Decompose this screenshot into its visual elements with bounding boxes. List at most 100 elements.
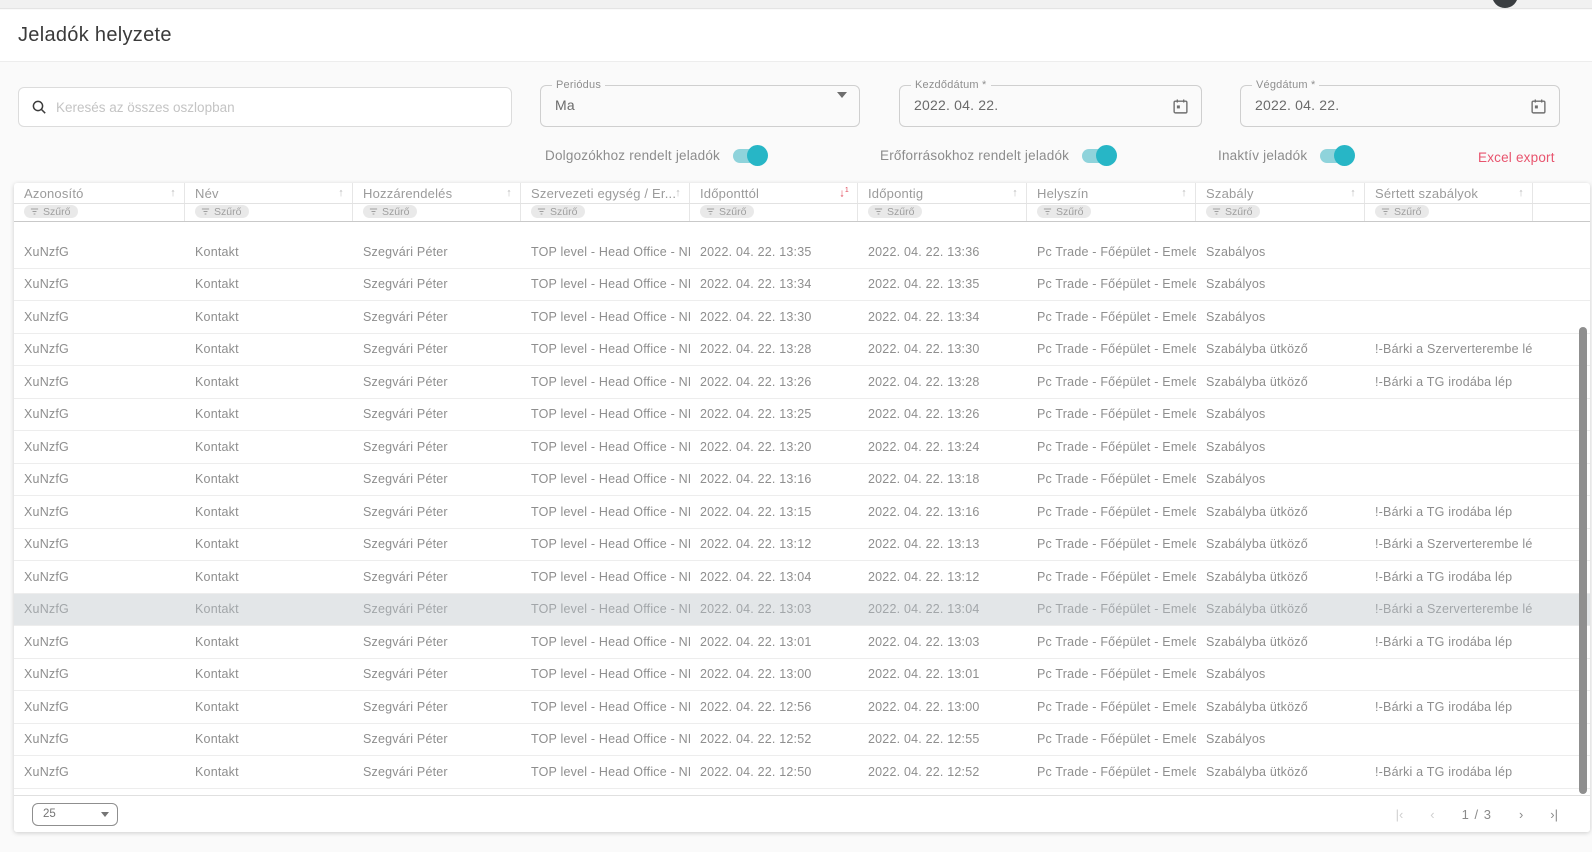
table-row[interactable]: XuNzfGKontaktSzegvári PéterTOP level - H… <box>14 724 1590 757</box>
cell-to: 2022. 04. 22. 13:36 <box>858 236 1027 268</box>
cell-location: Pc Trade - Főépület - Emelet -... <box>1027 529 1196 561</box>
cell-name: Kontakt <box>185 659 353 691</box>
search-input[interactable] <box>56 100 499 115</box>
previous-page-button[interactable]: ‹ <box>1430 807 1434 822</box>
cell-location: Pc Trade - Főépület - Emelet -... <box>1027 594 1196 626</box>
cell-location: Pc Trade - Főépület - Emelet -... <box>1027 366 1196 398</box>
cell-rule: Szabályos <box>1196 431 1365 463</box>
scrollbar-thumb[interactable] <box>1579 327 1587 794</box>
cell-rule: Szabályos <box>1196 301 1365 333</box>
cell-rule: Szabályba ütköző <box>1196 561 1365 593</box>
cell-from: 2022. 04. 22. 13:34 <box>690 269 858 301</box>
table-row[interactable]: XuNzfGKontaktSzegvári PéterTOP level - H… <box>14 464 1590 497</box>
cell-name: Kontakt <box>185 496 353 528</box>
search-field[interactable] <box>18 87 512 127</box>
cell-rule: Szabályos <box>1196 269 1365 301</box>
cell-rule: Szabályos <box>1196 724 1365 756</box>
table-row[interactable]: XuNzfGKontaktSzegvári PéterTOP level - H… <box>14 269 1590 302</box>
table-row[interactable]: XuNzfGKontaktSzegvári PéterTOP level - H… <box>14 236 1590 269</box>
table-row[interactable]: XuNzfGKontaktSzegvári PéterTOP level - H… <box>14 561 1590 594</box>
cell-from: 2022. 04. 22. 13:00 <box>690 659 858 691</box>
cell-to: 2022. 04. 22. 13:16 <box>858 496 1027 528</box>
cell-violated: !-Bárki a TG irodába lép <box>1365 756 1533 788</box>
cell-id: XuNzfG <box>14 659 185 691</box>
filter-chip[interactable]: Szűrő <box>1037 205 1091 218</box>
first-page-button[interactable]: |‹ <box>1396 807 1404 822</box>
resources-beacons-toggle[interactable] <box>1082 149 1114 163</box>
chevron-down-icon[interactable] <box>837 92 847 115</box>
filter-chip[interactable]: Szűrő <box>531 205 585 218</box>
table-row[interactable]: XuNzfGKontaktSzegvári PéterTOP level - H… <box>14 301 1590 334</box>
cell-rule: Szabályos <box>1196 464 1365 496</box>
top-chrome-strip <box>0 0 1592 9</box>
page-size-select[interactable]: 25 <box>32 803 118 826</box>
column-header-2[interactable]: Hozzárendelés↑ <box>353 183 521 203</box>
table-row[interactable]: XuNzfGKontaktSzegvári PéterTOP level - H… <box>14 594 1590 627</box>
cell-to: 2022. 04. 22. 13:00 <box>858 691 1027 723</box>
table-row[interactable]: XuNzfGKontaktSzegvári PéterTOP level - H… <box>14 659 1590 692</box>
page-indicator: 1 / 3 <box>1462 807 1492 822</box>
cell-from: 2022. 04. 22. 12:56 <box>690 691 858 723</box>
cell-assignment: Szegvári Péter <box>353 691 521 723</box>
column-header-6[interactable]: Helyszín↑ <box>1027 183 1196 203</box>
employees-beacons-toggle[interactable] <box>733 149 765 163</box>
filter-chip[interactable]: Szűrő <box>1206 205 1260 218</box>
cell-rule: Szabályba ütköző <box>1196 691 1365 723</box>
start-date-field[interactable]: Kezdődátum * 2022. 04. 22. <box>899 85 1202 127</box>
column-header-8[interactable]: Sértett szabályok↑ <box>1365 183 1533 203</box>
cell-org: TOP level - Head Office - NE T... <box>521 691 690 723</box>
column-label: Azonosító <box>24 186 84 201</box>
cell-org: TOP level - Head Office - NE T... <box>521 464 690 496</box>
end-date-field[interactable]: Végdátum * 2022. 04. 22. <box>1240 85 1560 127</box>
cell-rule: Szabályba ütköző <box>1196 496 1365 528</box>
column-header-5[interactable]: Időpontig↑ <box>858 183 1027 203</box>
calendar-icon[interactable] <box>1172 98 1189 120</box>
column-label: Helyszín <box>1037 186 1088 201</box>
filter-chip[interactable]: Szűrő <box>700 205 754 218</box>
next-page-button[interactable]: › <box>1519 807 1523 822</box>
table-row[interactable]: XuNzfGKontaktSzegvári PéterTOP level - H… <box>14 626 1590 659</box>
cell-location: Pc Trade - Főépület - Emelet -... <box>1027 561 1196 593</box>
excel-export-link[interactable]: Excel export <box>1478 150 1555 165</box>
vertical-scrollbar[interactable] <box>1579 223 1587 794</box>
toggle-group-inactive: Inaktív jeladók <box>1218 148 1352 163</box>
column-header-3[interactable]: Szervezeti egység / Er...↑ <box>521 183 690 203</box>
column-label: Szabály <box>1206 186 1254 201</box>
cell-location: Pc Trade - Főépület - Emelet -... <box>1027 431 1196 463</box>
last-page-button[interactable]: ›| <box>1550 807 1558 822</box>
cell-from: 2022. 04. 22. 13:26 <box>690 366 858 398</box>
filter-chip[interactable]: Szűrő <box>195 205 249 218</box>
cell-violated <box>1365 724 1533 756</box>
table-row[interactable]: XuNzfGKontaktSzegvári PéterTOP level - H… <box>14 529 1590 562</box>
cell-violated: !-Bárki a TG irodába lép <box>1365 496 1533 528</box>
table-row[interactable]: XuNzfGKontaktSzegvári PéterTOP level - H… <box>14 691 1590 724</box>
period-select[interactable]: Periódus Ma <box>540 85 860 127</box>
table-row[interactable]: XuNzfGKontaktSzegvári PéterTOP level - H… <box>14 496 1590 529</box>
filter-chip-label: Szűrő <box>887 206 914 218</box>
table-row[interactable]: XuNzfGKontaktSzegvári PéterTOP level - H… <box>14 334 1590 367</box>
filter-chip[interactable]: Szűrő <box>868 205 922 218</box>
calendar-icon[interactable] <box>1530 98 1547 120</box>
filter-chip[interactable]: Szűrő <box>24 205 78 218</box>
cell-rule: Szabályos <box>1196 659 1365 691</box>
page-size-value: 25 <box>43 808 101 820</box>
cell-rule: Szabályba ütköző <box>1196 756 1365 788</box>
column-header-7[interactable]: Szabály↑ <box>1196 183 1365 203</box>
filter-cell-1: Szűrő <box>185 204 353 221</box>
table-row[interactable]: XuNzfGKontaktSzegvári PéterTOP level - H… <box>14 431 1590 464</box>
beacons-table: Azonosító↑Név↑Hozzárendelés↑Szervezeti e… <box>14 183 1590 832</box>
column-header-4[interactable]: Időponttól↓1 <box>690 183 858 203</box>
table-row[interactable]: XuNzfGKontaktSzegvári PéterTOP level - H… <box>14 366 1590 399</box>
table-row[interactable]: XuNzfGKontaktSzegvári PéterTOP level - H… <box>14 756 1590 789</box>
filter-chip[interactable]: Szűrő <box>1375 205 1429 218</box>
cell-name: Kontakt <box>185 431 353 463</box>
column-header-0[interactable]: Azonosító↑ <box>14 183 185 203</box>
cell-assignment: Szegvári Péter <box>353 724 521 756</box>
cell-name: Kontakt <box>185 366 353 398</box>
user-avatar[interactable] <box>1492 0 1518 8</box>
cell-violated: !-Bárki a TG irodába lép <box>1365 366 1533 398</box>
table-row[interactable]: XuNzfGKontaktSzegvári PéterTOP level - H… <box>14 399 1590 432</box>
column-header-1[interactable]: Név↑ <box>185 183 353 203</box>
inactive-beacons-toggle[interactable] <box>1320 149 1352 163</box>
filter-chip[interactable]: Szűrő <box>363 205 417 218</box>
